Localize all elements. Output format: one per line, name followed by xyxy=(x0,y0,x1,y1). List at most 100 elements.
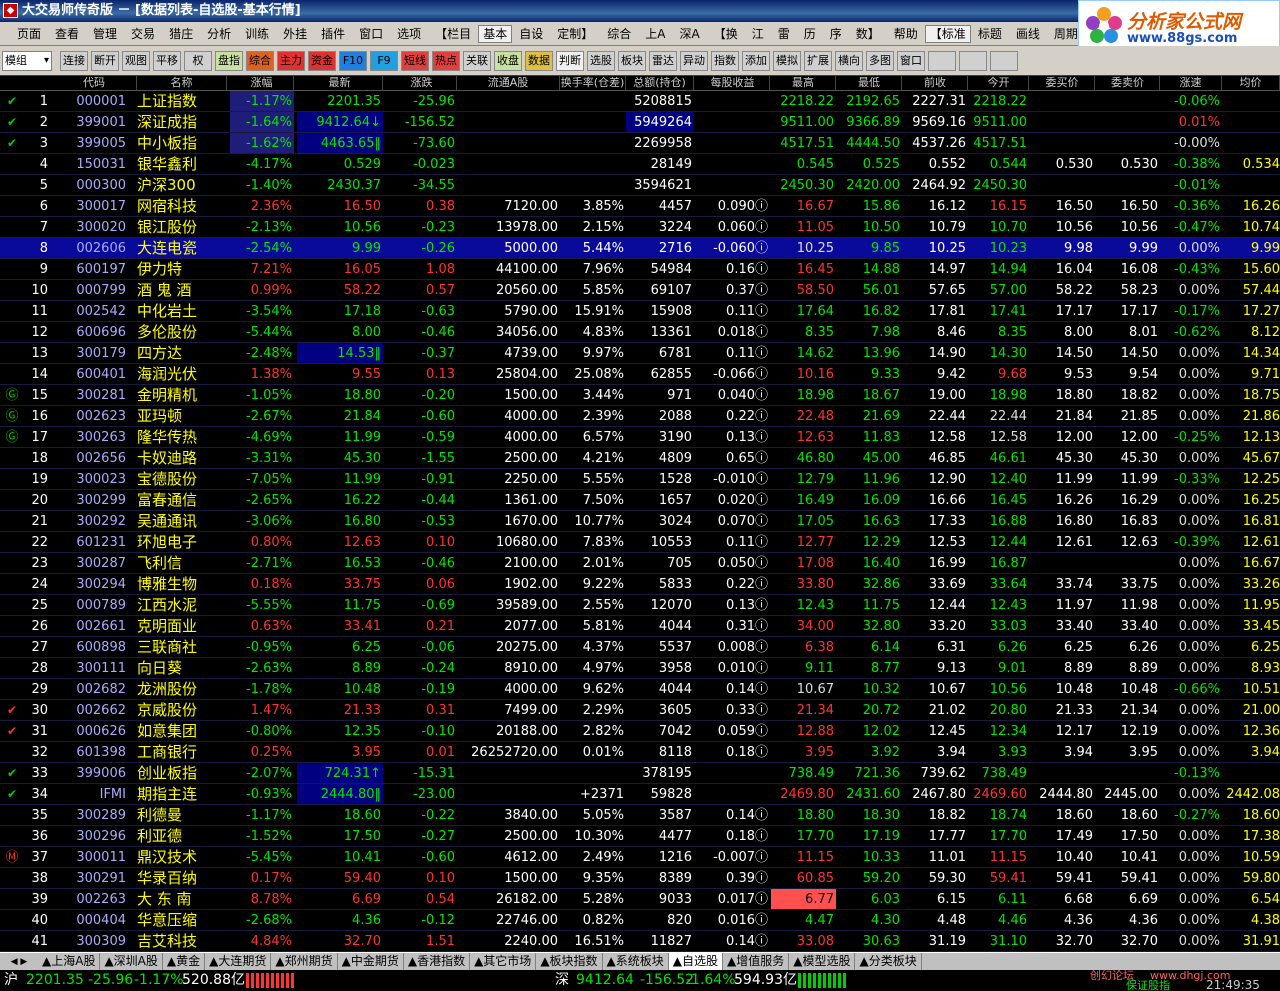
stock-name[interactable]: 海润光伏 xyxy=(137,364,227,384)
menu-item-15[interactable]: 综合 xyxy=(600,23,638,45)
menu-item-10[interactable]: 选项 xyxy=(390,23,428,45)
quote-table[interactable]: ✔ 1 000001 上证指数 -1.17% 2201.35 -25.96 5208815 22… xyxy=(0,91,1280,952)
module-select[interactable]: 模组 xyxy=(2,50,52,71)
stock-name[interactable]: 博雅生物 xyxy=(137,574,227,594)
stock-name[interactable]: 四方达 xyxy=(137,343,227,363)
stock-code[interactable]: 000001 xyxy=(52,91,142,111)
toolbar-button-3[interactable]: 平移 xyxy=(153,50,181,71)
table-row[interactable]: 25 000789 江西水泥 -5.55% 11.75 -0.69 39589.00 2.55… xyxy=(0,595,1280,616)
stock-name[interactable]: 深证成指 xyxy=(137,112,227,132)
stock-name[interactable]: 华意压缩 xyxy=(137,910,227,930)
table-row[interactable]: 10 000799 酒 鬼 酒 0.99% 58.22 0.57 20560.00 5.85%… xyxy=(0,280,1280,301)
toolbar-button-5[interactable]: 盘指 xyxy=(215,50,243,71)
tab-8[interactable]: ▲板块指数 xyxy=(536,953,603,970)
toolbar-button-14[interactable]: 收盘 xyxy=(494,50,522,71)
table-row[interactable]: Ⓖ 16 002623 亚玛顿 -2.67% 21.84 -0.60 4000.00 2.39%… xyxy=(0,406,1280,427)
table-row[interactable]: 40 000404 华意压缩 -2.68% 4.36 -0.12 22746.00 0.82%… xyxy=(0,910,1280,931)
toolbar-button-2[interactable]: 观图 xyxy=(122,50,150,71)
stock-name[interactable]: 期指主连 xyxy=(137,784,227,804)
stock-name[interactable]: 多伦股份 xyxy=(137,322,227,342)
stock-name[interactable]: 江西水泥 xyxy=(137,595,227,615)
table-row[interactable]: 7 300020 银江股份 -2.13% 10.56 -0.23 13978.00 2.15%… xyxy=(0,217,1280,238)
toolbar-button-4[interactable]: 权 xyxy=(184,50,212,71)
stock-code[interactable]: 300291 xyxy=(52,868,142,888)
table-row[interactable]: ✔ 33 399006 创业板指 -2.07% 724.31↑ -15.31 378195 73… xyxy=(0,763,1280,784)
menu-item-3[interactable]: 交易 xyxy=(124,23,162,45)
stock-name[interactable]: 富春通信 xyxy=(137,490,227,510)
menu-item-11[interactable]: 【栏目 xyxy=(428,23,478,45)
table-row[interactable]: 8 002606 大连电瓷 -2.54% 9.99 -0.26 5000.00 5.44% 27… xyxy=(0,238,1280,259)
stock-code[interactable]: 300292 xyxy=(52,511,142,531)
table-row[interactable]: 12 600696 多伦股份 -5.44% 8.00 -0.46 34056.00 4.83%… xyxy=(0,322,1280,343)
stock-code[interactable]: 600898 xyxy=(52,637,142,657)
stock-code[interactable]: 300020 xyxy=(52,217,142,237)
table-row[interactable]: Ⓖ 17 300263 隆华传热 -4.69% 11.99 -0.59 4000.00 6.57… xyxy=(0,427,1280,448)
stock-code[interactable]: 000404 xyxy=(52,910,142,930)
stock-code[interactable]: 000799 xyxy=(52,280,142,300)
stock-code[interactable]: 002682 xyxy=(52,679,142,699)
column-header-12[interactable]: 今开 xyxy=(969,76,1029,90)
toolbar-button-13[interactable]: 关联 xyxy=(463,50,491,71)
column-header-13[interactable]: 委买价 xyxy=(1030,76,1095,90)
table-row[interactable]: 14 600401 海润光伏 1.38% 9.55 0.13 25804.00 25.08% 6… xyxy=(0,364,1280,385)
toolbar-button-8[interactable]: 资金 xyxy=(308,50,336,71)
table-row[interactable]: 35 300289 利德曼 -1.17% 18.60 -0.22 3840.00 5.05% 3… xyxy=(0,805,1280,826)
column-header-11[interactable]: 前收 xyxy=(903,76,968,90)
table-row[interactable]: 11 002542 中化岩土 -3.54% 17.18 -0.63 5790.00 15.91… xyxy=(0,301,1280,322)
stock-name[interactable]: 鼎汉技术 xyxy=(137,847,227,867)
menu-item-1[interactable]: 查看 xyxy=(48,23,86,45)
menu-item-17[interactable]: 深A xyxy=(672,23,706,45)
stock-name[interactable]: 大 东 南 xyxy=(137,889,227,909)
stock-name[interactable]: 利亚德 xyxy=(137,826,227,846)
menu-item-4[interactable]: 猎庄 xyxy=(162,23,200,45)
stock-code[interactable]: 000789 xyxy=(52,595,142,615)
tab-1[interactable]: ▲深圳A股 xyxy=(100,953,163,970)
stock-code[interactable]: 300111 xyxy=(52,658,142,678)
table-row[interactable]: 6 300017 网宿科技 2.36% 16.50 0.38 7120.00 3.85% 445… xyxy=(0,196,1280,217)
table-row[interactable]: 18 002656 卡奴迪路 -3.31% 45.30 -1.55 2500.00 4.21%… xyxy=(0,448,1280,469)
stock-name[interactable]: 卡奴迪路 xyxy=(137,448,227,468)
toolbar-button-6[interactable]: 综合 xyxy=(246,50,274,71)
menu-item-16[interactable]: 上A xyxy=(638,23,672,45)
table-row[interactable]: ✔ 2 399001 深证成指 -1.64% 9412.64↓ -156.52 5949264… xyxy=(0,112,1280,133)
menu-item-5[interactable]: 分析 xyxy=(200,23,238,45)
stock-name[interactable]: 酒 鬼 酒 xyxy=(137,280,227,300)
tab-7[interactable]: ▲其它市场 xyxy=(470,953,537,970)
toolbar-button-25[interactable]: 横向 xyxy=(835,50,863,71)
menu-item-9[interactable]: 窗口 xyxy=(352,23,390,45)
toolbar-button-16[interactable]: 判断 xyxy=(556,50,584,71)
toolbar-button-20[interactable]: 异动 xyxy=(680,50,708,71)
app-logo-icon[interactable]: ◆ xyxy=(3,3,18,18)
toolbar-button-18[interactable]: 板块 xyxy=(618,50,646,71)
stock-name[interactable]: 银华鑫利 xyxy=(137,154,227,174)
stock-name[interactable]: 宝德股份 xyxy=(137,469,227,489)
stock-code[interactable]: 399005 xyxy=(52,133,142,153)
column-header-6[interactable]: 换手率(仓差) xyxy=(560,76,626,90)
menu-item-8[interactable]: 插件 xyxy=(314,23,352,45)
stock-code[interactable]: 300299 xyxy=(52,490,142,510)
table-row[interactable]: 27 600898 三联商社 -0.95% 6.25 -0.06 20275.00 4.37%… xyxy=(0,637,1280,658)
stock-name[interactable]: 环旭电子 xyxy=(137,532,227,552)
tab-scroll-arrows-icon[interactable]: ◀ ▶ xyxy=(0,957,38,967)
table-row[interactable]: 13 300179 四方达 -2.48% 14.53‖ -0.37 4739.00 9.97%… xyxy=(0,343,1280,364)
menu-item-25[interactable]: 【标准 xyxy=(924,24,971,43)
toolbar-button-1[interactable]: 断开 xyxy=(91,50,119,71)
menu-item-2[interactable]: 管理 xyxy=(86,23,124,45)
menu-item-27[interactable]: 画线 xyxy=(1009,23,1047,45)
stock-name[interactable]: 向日葵 xyxy=(137,658,227,678)
tab-11[interactable]: ▲增值服务 xyxy=(723,953,790,970)
toolbar-button-27[interactable]: 窗口 xyxy=(897,50,925,71)
table-row[interactable]: ✔ 3 399005 中小板指 -1.62% 4463.65‖ -73.60 2269958 4… xyxy=(0,133,1280,154)
stock-name[interactable]: 大连电瓷 xyxy=(137,238,227,258)
table-row[interactable]: 41 300309 吉艾科技 4.84% 32.70 1.51 2240.00 16.51% 1… xyxy=(0,931,1280,952)
table-row[interactable]: Ⓖ 15 300281 金明精机 -1.05% 18.80 -0.20 1500.00 3.44… xyxy=(0,385,1280,406)
toolbar-button-17[interactable]: 选股 xyxy=(587,50,615,71)
menu-item-26[interactable]: 标题 xyxy=(971,23,1009,45)
table-row[interactable]: 21 300292 吴通通讯 -3.06% 16.80 -0.53 1670.00 10.77… xyxy=(0,511,1280,532)
stock-code[interactable]: 150031 xyxy=(52,154,142,174)
table-row[interactable]: 23 300287 飞利信 -2.71% 16.53 -0.46 2100.00 2.01% 7… xyxy=(0,553,1280,574)
stock-code[interactable]: 000300 xyxy=(52,175,142,195)
stock-code[interactable]: 300294 xyxy=(52,574,142,594)
menu-item-21[interactable]: 历 xyxy=(797,23,823,45)
stock-code[interactable]: 300289 xyxy=(52,805,142,825)
